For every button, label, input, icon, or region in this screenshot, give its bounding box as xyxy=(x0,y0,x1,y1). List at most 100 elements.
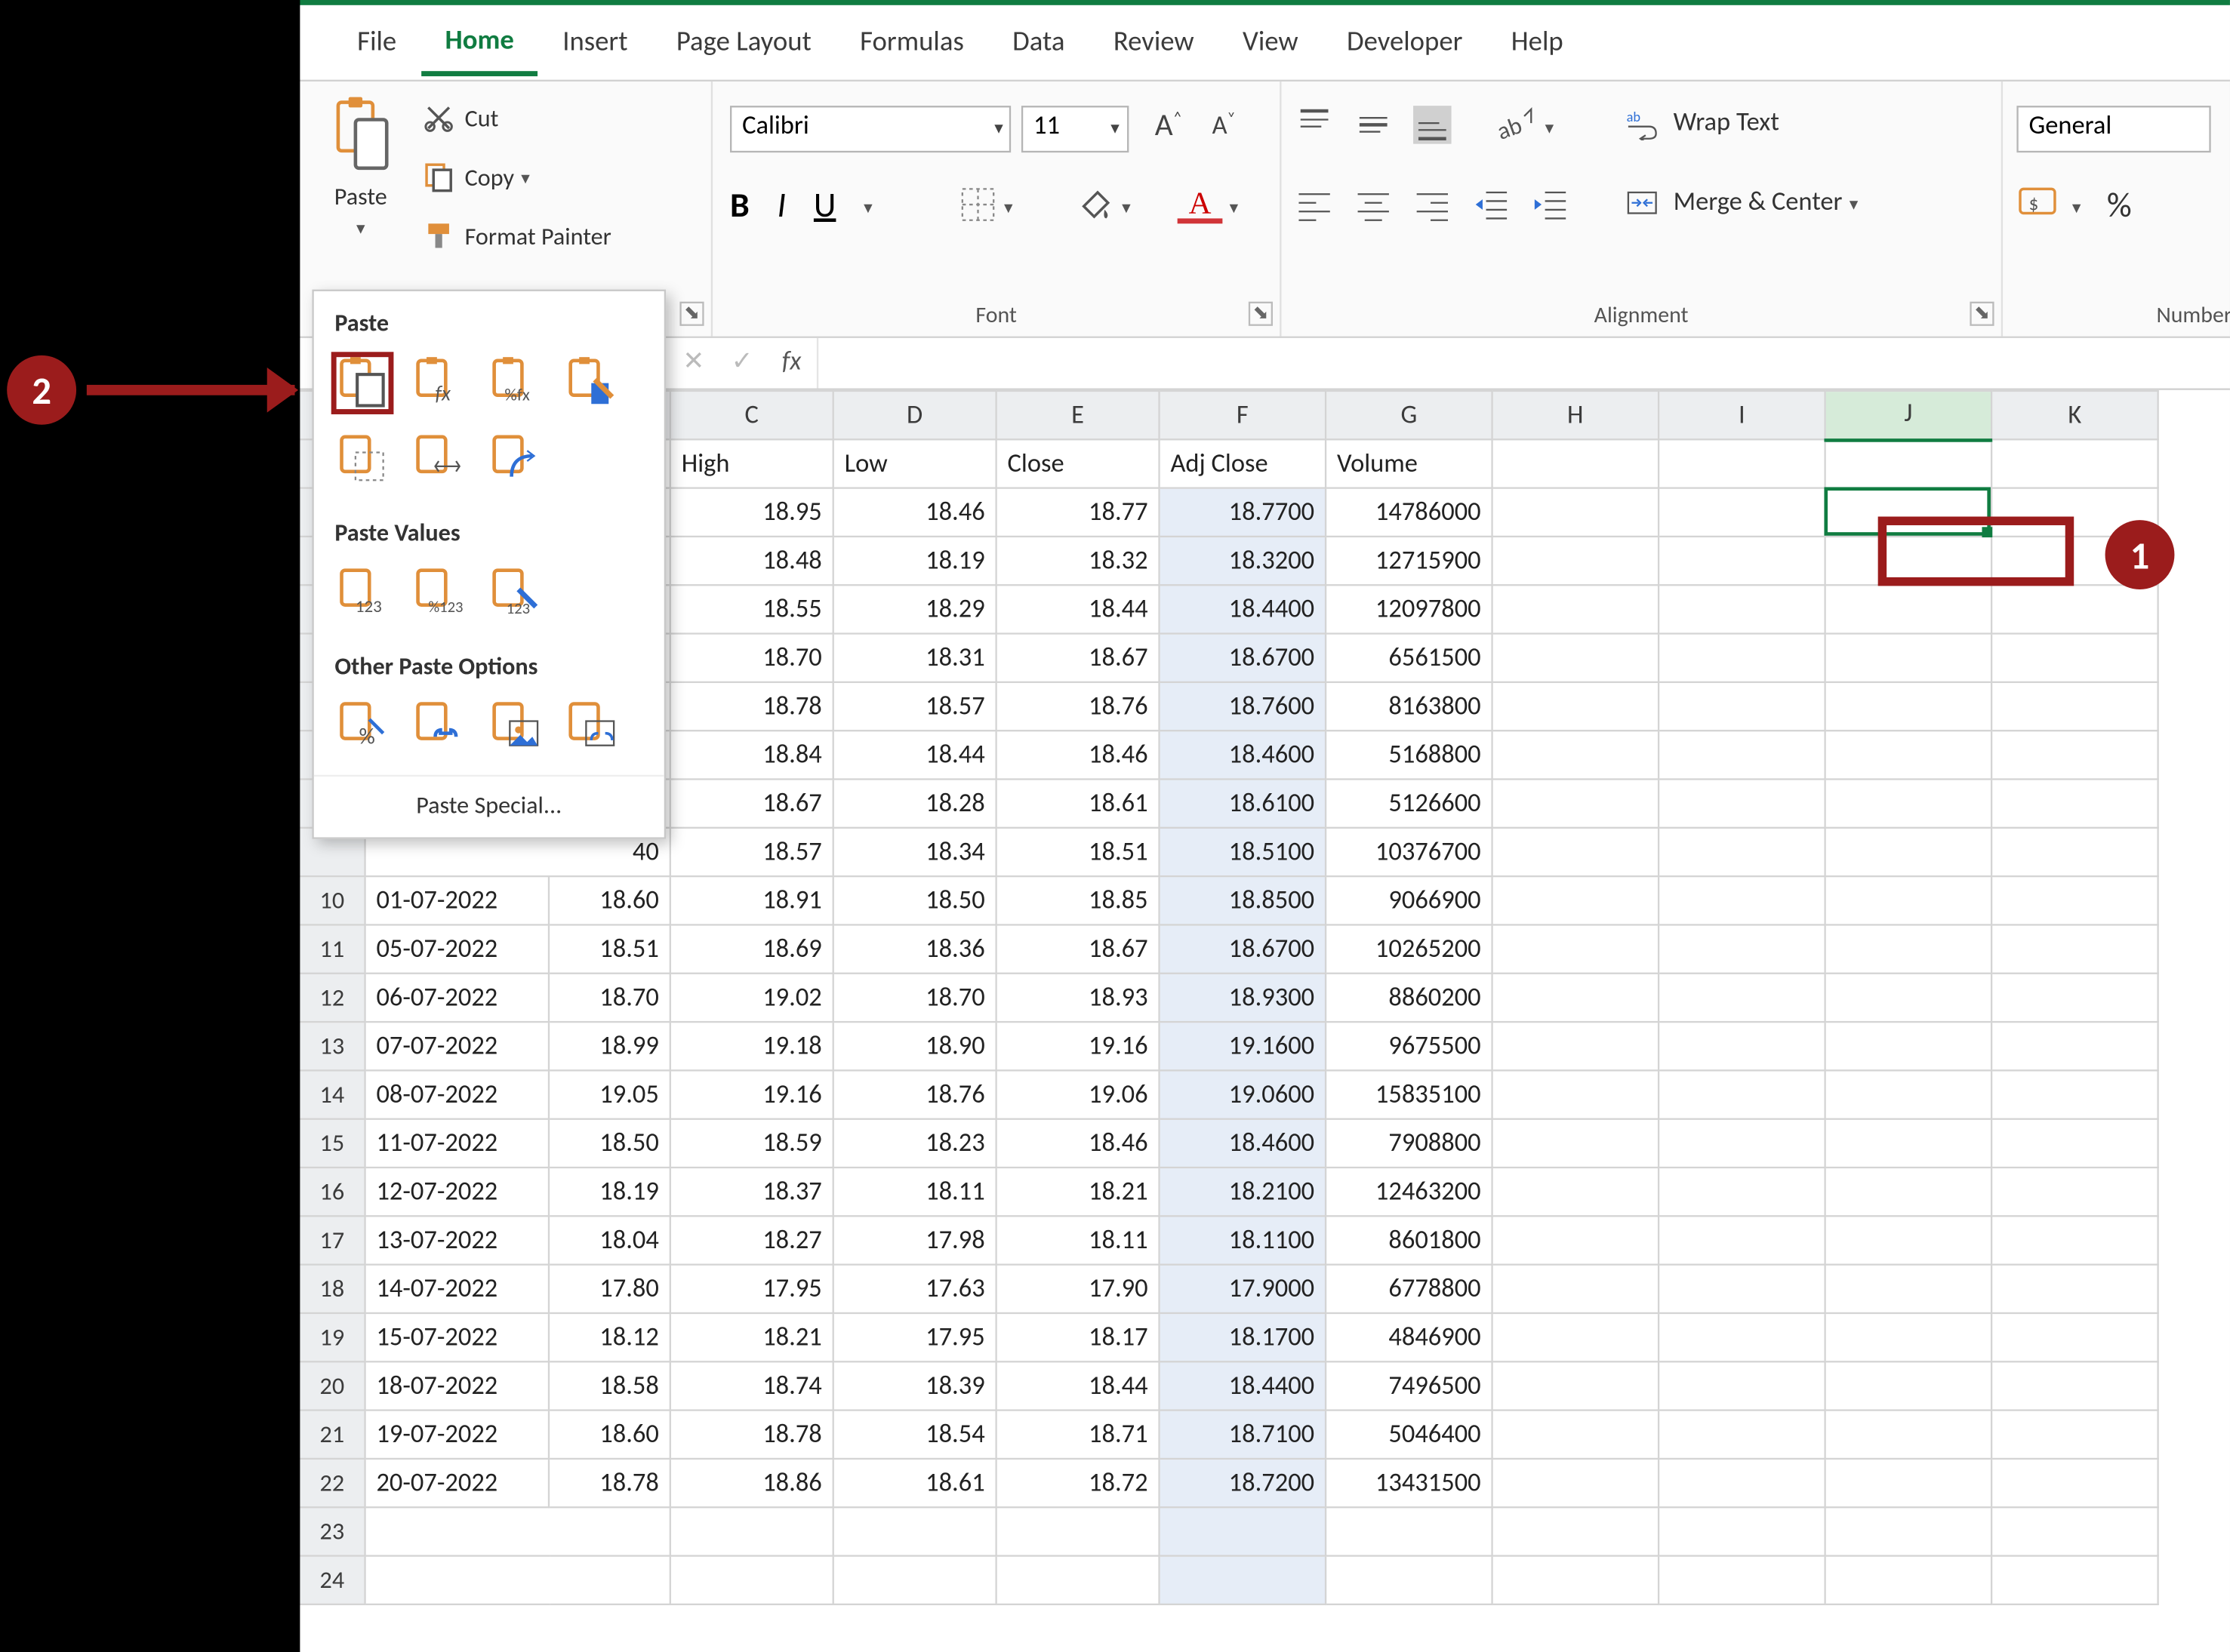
row-header[interactable]: 18 xyxy=(299,1265,365,1313)
font-launcher[interactable]: ⬊ xyxy=(1249,302,1273,326)
paste-button[interactable]: Paste ▾ xyxy=(312,95,409,300)
paste-option-keep-source[interactable] xyxy=(564,355,620,411)
chevron-down-icon[interactable]: ▾ xyxy=(1103,106,1127,152)
menu-tab-review[interactable]: Review xyxy=(1089,12,1218,72)
percent-format-button[interactable]: % xyxy=(2107,186,2132,227)
col-header-D[interactable]: D xyxy=(833,391,996,439)
menu-tab-page-layout[interactable]: Page Layout xyxy=(652,12,836,72)
bold-button[interactable]: B xyxy=(730,186,750,227)
menu-tab-home[interactable]: Home xyxy=(420,10,538,75)
chevron-down-icon[interactable]: ▾ xyxy=(1230,196,1239,219)
row-header[interactable]: 15 xyxy=(299,1119,365,1167)
font-color-button[interactable]: A xyxy=(1178,186,1223,227)
header-cell[interactable]: Low xyxy=(833,439,996,488)
align-center-button[interactable] xyxy=(1354,186,1393,224)
header-cell[interactable]: High xyxy=(670,439,833,488)
menu-tab-file[interactable]: File xyxy=(333,12,420,72)
menu-bar: FileHomeInsertPage LayoutFormulasDataRev… xyxy=(298,5,2230,82)
row-header[interactable]: 13 xyxy=(299,1022,365,1070)
menu-tab-developer[interactable]: Developer xyxy=(1323,12,1487,72)
row-header[interactable]: 11 xyxy=(299,924,365,973)
formula-cancel-button[interactable]: ✕ xyxy=(670,338,718,389)
chevron-down-icon[interactable]: ▾ xyxy=(1122,196,1131,219)
row-header[interactable]: 21 xyxy=(299,1411,365,1459)
menu-tab-view[interactable]: View xyxy=(1218,12,1323,72)
chevron-down-icon[interactable]: ▾ xyxy=(2072,196,2081,219)
header-cell[interactable]: Adj Close xyxy=(1160,439,1326,488)
col-header-F[interactable]: F xyxy=(1160,391,1326,439)
row-header[interactable]: 22 xyxy=(299,1459,365,1507)
menu-tab-formulas[interactable]: Formulas xyxy=(836,12,988,72)
align-left-button[interactable] xyxy=(1295,186,1334,224)
paste-option-transpose[interactable] xyxy=(487,432,543,488)
paste-option-linked-picture[interactable] xyxy=(564,699,620,755)
row-header[interactable]: 24 xyxy=(299,1556,365,1604)
font-style-buttons: B I U ▾ xyxy=(730,186,873,227)
chevron-down-icon[interactable]: ▾ xyxy=(1004,196,1013,219)
col-header-K[interactable]: K xyxy=(1991,391,2158,439)
paste-option-values[interactable]: 123 xyxy=(334,565,390,621)
col-header-J[interactable]: J xyxy=(1825,391,1992,439)
cut-button[interactable]: Cut xyxy=(423,103,498,134)
italic-button[interactable]: I xyxy=(778,186,787,227)
header-cell[interactable]: Close xyxy=(996,439,1160,488)
row-header[interactable]: 12 xyxy=(299,974,365,1022)
increase-font-button[interactable]: A˄ xyxy=(1155,106,1182,144)
paste-option-formulas-number[interactable]: %fx xyxy=(487,355,543,411)
paste-option-paste[interactable] xyxy=(334,355,390,411)
number-format-select[interactable]: General xyxy=(2016,106,2210,152)
merge-center-button[interactable]: Merge & Center ▾ xyxy=(1625,186,1858,220)
col-header-C[interactable]: C xyxy=(670,391,833,439)
decrease-indent-button[interactable] xyxy=(1472,186,1511,224)
paste-special-menu-item[interactable]: Paste Special... xyxy=(314,775,664,831)
row-header[interactable]: 10 xyxy=(299,876,365,924)
number-group-label: Number xyxy=(2003,303,2230,329)
borders-button[interactable] xyxy=(959,186,997,224)
paste-option-formulas[interactable]: fx xyxy=(411,355,467,411)
font-name-select[interactable]: Calibri xyxy=(730,106,1011,152)
menu-tab-insert[interactable]: Insert xyxy=(538,12,652,72)
wrap-text-icon: ab xyxy=(1625,106,1659,140)
header-cell[interactable]: Volume xyxy=(1326,439,1492,488)
chevron-down-icon[interactable]: ▾ xyxy=(1545,116,1554,139)
align-bottom-button[interactable] xyxy=(1413,106,1452,144)
formula-accept-button[interactable]: ✓ xyxy=(718,338,766,389)
paste-option-link[interactable] xyxy=(411,699,467,755)
menu-tab-help[interactable]: Help xyxy=(1487,12,1588,72)
decrease-font-button[interactable]: A˅ xyxy=(1212,109,1236,143)
orientation-button[interactable]: ab xyxy=(1493,106,1539,147)
paste-option-formatting[interactable]: % xyxy=(334,699,390,755)
col-header-I[interactable]: I xyxy=(1659,391,1825,439)
row-header[interactable]: 19 xyxy=(299,1313,365,1361)
underline-button[interactable]: U xyxy=(814,186,836,227)
copy-button[interactable]: Copy ▾ xyxy=(423,162,529,192)
align-middle-button[interactable] xyxy=(1354,106,1393,144)
row-header[interactable]: 23 xyxy=(299,1507,365,1555)
align-top-button[interactable] xyxy=(1295,106,1334,144)
svg-text:%123: %123 xyxy=(428,597,463,617)
clipboard-launcher[interactable]: ⬊ xyxy=(679,302,704,326)
format-painter-button[interactable]: Format Painter xyxy=(423,220,611,251)
row-header[interactable]: 20 xyxy=(299,1361,365,1410)
row-header[interactable]: 14 xyxy=(299,1070,365,1118)
align-right-button[interactable] xyxy=(1413,186,1452,224)
wrap-text-button[interactable]: ab Wrap Text xyxy=(1625,106,1779,140)
row-header[interactable]: 17 xyxy=(299,1216,365,1264)
paste-option-keep-widths[interactable] xyxy=(411,432,467,488)
col-header-H[interactable]: H xyxy=(1492,391,1659,439)
menu-tab-data[interactable]: Data xyxy=(988,12,1089,72)
chevron-down-icon[interactable]: ▾ xyxy=(987,106,1011,152)
paste-option-values-source[interactable]: 123 xyxy=(487,565,543,621)
row-header[interactable]: 16 xyxy=(299,1167,365,1216)
accounting-format-button[interactable]: $ xyxy=(2016,182,2065,220)
fx-icon[interactable]: fx xyxy=(766,338,818,389)
paste-option-values-number[interactable]: %123 xyxy=(411,565,467,621)
increase-indent-button[interactable] xyxy=(1531,186,1569,224)
fill-color-button[interactable] xyxy=(1076,186,1115,224)
col-header-E[interactable]: E xyxy=(996,391,1160,439)
col-header-G[interactable]: G xyxy=(1326,391,1492,439)
paste-option-no-borders[interactable] xyxy=(334,432,390,488)
chevron-down-icon[interactable]: ▾ xyxy=(864,195,873,217)
alignment-launcher[interactable]: ⬊ xyxy=(1970,302,1994,326)
paste-option-picture[interactable] xyxy=(487,699,543,755)
